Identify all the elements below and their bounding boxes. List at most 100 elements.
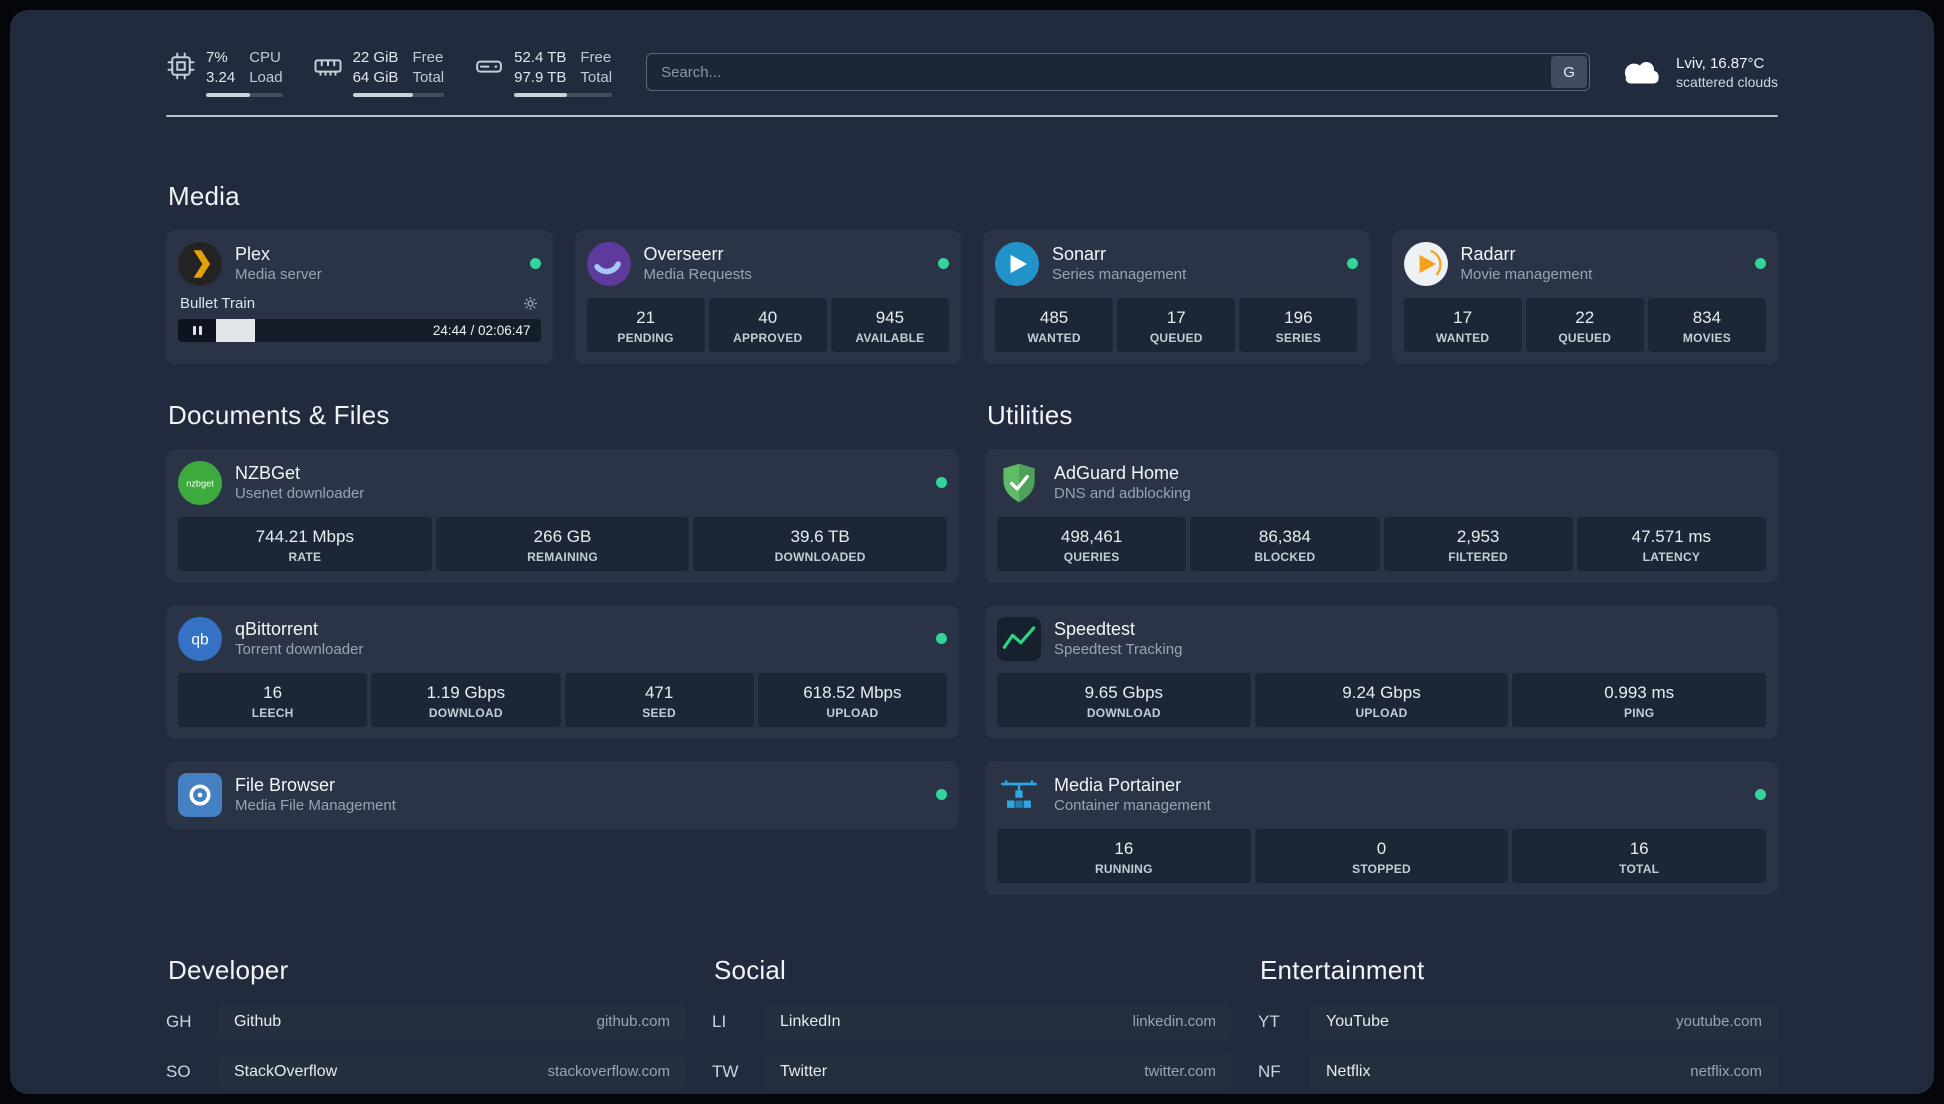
topbar: 7% 3.24 CPU Load 22 GiB 64 GiB Free Total: [166, 48, 1778, 97]
pause-button[interactable]: [178, 318, 216, 342]
stat-available: 945 AVAILABLE: [830, 297, 949, 352]
svg-text:qb: qb: [191, 631, 209, 648]
service-name: AdGuard Home: [1054, 462, 1180, 483]
status-dot: [529, 258, 541, 270]
section-title-entertainment: Entertainment: [1260, 954, 1425, 985]
bookmark-netflix[interactable]: Netflix netflix.com: [1310, 1053, 1778, 1090]
stat-filtered: 2,953 FILTERED: [1383, 516, 1573, 571]
dashboard: 7% 3.24 CPU Load 22 GiB 64 GiB Free Total: [10, 10, 1934, 1094]
stat-download: 9.65 Gbps DOWNLOAD: [997, 672, 1251, 727]
bookmark-linkedin[interactable]: LinkedIn linkedin.com: [764, 1003, 1232, 1040]
search-provider-button[interactable]: G: [1551, 56, 1588, 89]
service-card-portainer[interactable]: Media Portainer Container management 16 R…: [985, 760, 1778, 895]
sonarr-icon: [995, 241, 1039, 286]
service-name: Overseerr: [643, 243, 724, 264]
service-description: Torrent downloader: [235, 641, 364, 659]
search-input[interactable]: [646, 53, 1591, 92]
service-description: Usenet downloader: [235, 485, 365, 503]
bookmark-group-developer: Developer GH Github github.com SO StackO…: [166, 955, 686, 1094]
service-description: Series management: [1052, 266, 1187, 284]
service-card-nzbget[interactable]: nzbget NZBGet Usenet downloader 744.21 M…: [166, 448, 959, 583]
disk-widget: 52.4 TB 97.9 TB Free Total: [474, 48, 613, 97]
service-card-plex[interactable]: Plex Media server Bullet Train 24:44 / 0…: [166, 229, 553, 364]
status-dot: [936, 477, 947, 489]
section-title-media: Media: [168, 180, 240, 211]
service-description: DNS and adblocking: [1054, 485, 1191, 503]
cpu-progress-bar: [206, 92, 283, 97]
stat-movies: 834 MOVIES: [1647, 297, 1766, 352]
bookmark-group-entertainment: Entertainment YT YouTube youtube.com NF …: [1258, 955, 1778, 1094]
nzbget-icon: nzbget: [178, 460, 222, 505]
service-card-filebrowser[interactable]: File Browser Media File Management: [166, 760, 959, 829]
service-name: Radarr: [1460, 243, 1516, 264]
bookmark-group-social: Social LI LinkedIn linkedin.com TW Twitt…: [712, 955, 1232, 1094]
service-card-speedtest[interactable]: Speedtest Speedtest Tracking 9.65 Gbps DO…: [985, 604, 1778, 739]
status-dot: [936, 789, 947, 801]
stat-queued: 22 QUEUED: [1525, 297, 1644, 352]
service-description: Media File Management: [235, 797, 396, 815]
stat-ping: 0.993 ms PING: [1512, 672, 1766, 727]
stat-queued: 17 QUEUED: [1117, 297, 1236, 352]
overseerr-icon: [586, 241, 631, 286]
stat-upload: 618.52 Mbps UPLOAD: [757, 672, 947, 727]
service-name: Plex: [235, 243, 271, 264]
memory-widget: 22 GiB 64 GiB Free Total: [313, 48, 445, 97]
stat-total: 16 TOTAL: [1512, 828, 1766, 883]
cpu-labels: CPU Load: [249, 49, 283, 86]
service-card-adguard[interactable]: AdGuard Home DNS and adblocking 498,461 Q…: [985, 448, 1778, 583]
section-title-social: Social: [714, 954, 787, 985]
disk-progress-bar: [514, 92, 613, 97]
portainer-icon: [1001, 779, 1037, 808]
stat-stopped: 0 STOPPED: [1254, 828, 1509, 883]
service-card-qbittorrent[interactable]: qb qBittorrent Torrent downloader 16 LEEC…: [166, 604, 959, 739]
section-title-utilities: Utilities: [987, 399, 1073, 430]
service-description: Media server: [235, 266, 322, 284]
topbar-divider: [166, 114, 1778, 117]
service-description: Media Requests: [643, 266, 752, 284]
status-dot: [1755, 258, 1766, 270]
progress-track[interactable]: [216, 318, 423, 342]
stat-downloaded: 39.6 TB DOWNLOADED: [693, 516, 947, 571]
memory-values: 22 GiB 64 GiB: [352, 49, 399, 86]
radarr-icon: [1403, 241, 1448, 286]
stat-wanted: 17 WANTED: [1403, 297, 1522, 352]
service-name: NZBGet: [235, 462, 301, 483]
bookmark-twitter[interactable]: Twitter twitter.com: [764, 1053, 1232, 1090]
stat-remaining: 266 GB REMAINING: [435, 516, 690, 571]
service-name: Media Portainer: [1054, 774, 1182, 795]
status-dot: [1346, 258, 1358, 270]
stat-series: 196 SERIES: [1239, 297, 1358, 352]
bookmark-youtube[interactable]: YouTube youtube.com: [1310, 1003, 1778, 1040]
resource-widgets: 7% 3.24 CPU Load 22 GiB 64 GiB Free Total: [166, 48, 613, 97]
playback-time: 24:44 / 02:06:47: [432, 322, 531, 338]
cpu-widget: 7% 3.24 CPU Load: [166, 48, 283, 97]
bookmark-abbr: NF: [1258, 1061, 1281, 1081]
gear-icon[interactable]: [522, 295, 539, 312]
cpu-values: 7% 3.24: [206, 49, 236, 86]
weather-widget: Lviv, 16.87°C scattered clouds: [1618, 54, 1778, 90]
playback-progress: 24:44 / 02:06:47: [178, 318, 541, 342]
service-card-radarr[interactable]: Radarr Movie management 17 WANTED 22 QUEUE…: [1391, 229, 1778, 364]
stat-upload: 9.24 Gbps UPLOAD: [1254, 672, 1509, 727]
service-card-sonarr[interactable]: Sonarr Series management 485 WANTED 17 QUE…: [983, 229, 1370, 364]
service-name: File Browser: [235, 774, 336, 795]
weather-location: Lviv, 16.87°C: [1676, 55, 1765, 73]
adguard-icon: [1003, 463, 1035, 502]
bookmark-github[interactable]: Github github.com: [218, 1003, 686, 1040]
stat-rate: 744.21 Mbps RATE: [178, 516, 432, 571]
service-description: Movie management: [1460, 266, 1593, 284]
bookmark-abbr: YT: [1258, 1011, 1280, 1031]
service-card-overseerr[interactable]: Overseerr Media Requests 21 PENDING 40 APP…: [574, 229, 961, 364]
stat-pending: 21 PENDING: [586, 297, 705, 352]
status-dot: [938, 258, 949, 270]
stat-blocked: 86,384 BLOCKED: [1190, 516, 1380, 571]
memory-labels: Free Total: [412, 49, 445, 86]
status-dot: [936, 633, 947, 645]
stat-download: 1.19 Gbps DOWNLOAD: [371, 672, 561, 727]
bookmark-abbr: LI: [712, 1011, 727, 1031]
stat-seed: 471 SEED: [564, 672, 754, 727]
stat-queries: 498,461 QUERIES: [997, 516, 1187, 571]
speedtest-icon: [997, 616, 1041, 661]
bookmark-stackoverflow[interactable]: StackOverflow stackoverflow.com: [218, 1053, 686, 1090]
weather-condition: scattered clouds: [1676, 74, 1778, 91]
